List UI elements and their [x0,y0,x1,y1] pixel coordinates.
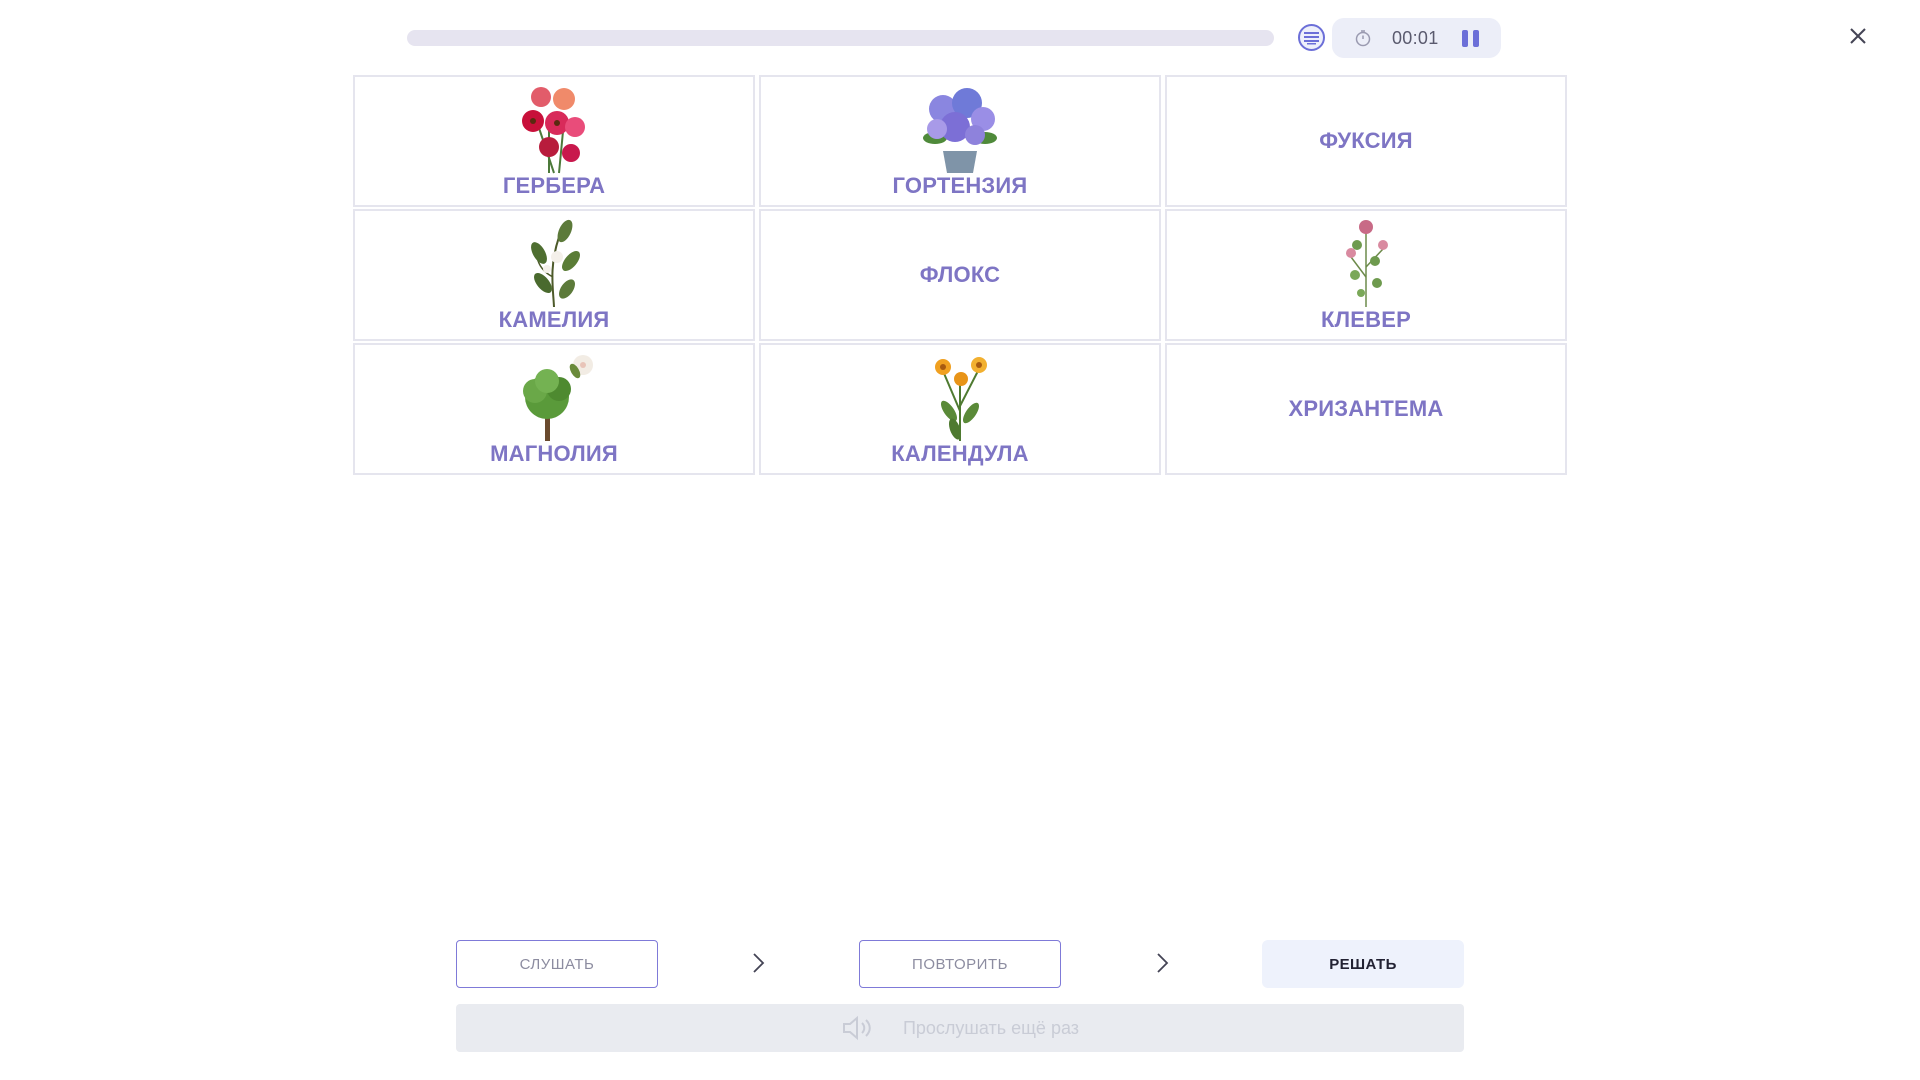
flower-grid: ГЕРБЕРА ГОРТЕНЗИЯ ФУКСИЯ КАМЕЛИЯ ФЛОКС К… [353,75,1567,475]
listen-again-button[interactable]: Прослушать ещё раз [456,1004,1464,1052]
card-label: КЛЕВЕР [1321,307,1411,332]
card-chrysanthemum[interactable]: ХРИЗАНТЕМА [1165,343,1567,475]
card-label: ХРИЗАНТЕМА [1288,396,1444,421]
card-fuchsia[interactable]: ФУКСИЯ [1165,75,1567,207]
listen-again-label: Прослушать ещё раз [902,1017,1080,1038]
magnolia-image [523,355,593,441]
card-hydrangea[interactable]: ГОРТЕНЗИЯ [759,75,1161,207]
list-button[interactable] [1298,24,1325,51]
card-clover[interactable]: КЛЕВЕР [1165,209,1567,341]
clover-image [1346,220,1388,307]
gerbera-image [522,87,585,174]
card-label: ФУКСИЯ [1319,128,1413,153]
list-icon [1304,31,1319,44]
card-label: КАЛЕНДУЛА [891,441,1029,466]
card-gerbera[interactable]: ГЕРБЕРА [353,75,755,207]
card-label: ФЛОКС [919,262,1001,287]
chevron-right-icon [753,953,765,973]
pause-icon [1461,29,1468,47]
card-label: ГОРТЕНЗИЯ [892,173,1028,198]
card-label: МАГНОЛИЯ [490,441,618,466]
listen-button[interactable]: СЛУШАТЬ [456,940,658,988]
hydrangea-image [923,88,997,173]
card-calendula[interactable]: КАЛЕНДУЛА [759,343,1161,475]
timer: 00:01 [1332,18,1501,58]
timer-value: 00:01 [1392,28,1439,48]
repeat-button[interactable]: ПОВТОРИТЬ [859,940,1061,988]
chevron-right-icon [1157,953,1169,973]
card-phlox[interactable]: ФЛОКС [759,209,1161,341]
clock-icon [1355,30,1371,47]
solve-button[interactable]: РЕШАТЬ [1262,940,1464,988]
card-label: ГЕРБЕРА [502,173,606,198]
progress-bar [407,30,1274,46]
calendula-image [935,357,987,441]
card-label: КАМЕЛИЯ [498,307,610,332]
close-icon[interactable] [1846,24,1870,48]
speaker-icon [842,1015,871,1041]
pause-button[interactable] [1459,28,1481,48]
card-camellia[interactable]: КАМЕЛИЯ [353,209,755,341]
camellia-image [531,219,580,308]
card-magnolia[interactable]: МАГНОЛИЯ [353,343,755,475]
